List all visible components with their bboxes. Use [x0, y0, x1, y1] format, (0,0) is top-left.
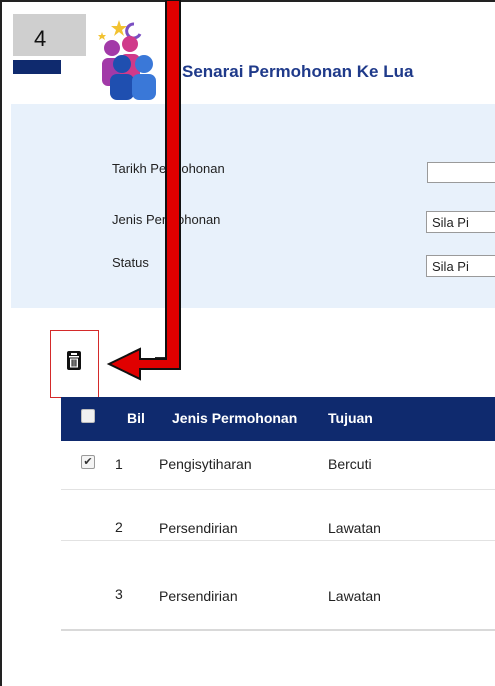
- tarikh-permohonan-input[interactable]: [427, 162, 495, 183]
- table-bottom-border: [61, 629, 495, 631]
- row-tujuan: Lawatan: [328, 588, 381, 604]
- jenis-permohonan-label: Jenis Permohonan: [112, 212, 221, 227]
- column-header-jenis-permohonan[interactable]: Jenis Permohonan: [172, 410, 297, 426]
- row-jenis: Persendirian: [159, 520, 238, 536]
- row-jenis: Persendirian: [159, 588, 238, 604]
- table-row[interactable]: 3 Persendirian Lawatan: [61, 542, 495, 628]
- header-accent-bar: [13, 60, 61, 74]
- column-header-tujuan[interactable]: Tujuan: [328, 410, 373, 426]
- excel-export-icon[interactable]: [155, 357, 170, 369]
- row-bil: 3: [115, 586, 123, 602]
- page-title: Senarai Permohonan Ke Lua: [182, 62, 414, 81]
- row-bil: 1: [115, 456, 123, 472]
- row-jenis: Pengisytiharan: [159, 456, 252, 472]
- table-row[interactable]: 2 Persendirian Lawatan: [61, 492, 495, 541]
- row-bil: 2: [115, 519, 123, 535]
- row-tujuan: Bercuti: [328, 456, 372, 472]
- status-select[interactable]: Sila Pi: [426, 255, 495, 277]
- step-number-badge: 4: [13, 14, 86, 56]
- app-logo-icon: [98, 20, 156, 100]
- tarikh-permohonan-label: Tarikh Permohonan: [112, 161, 225, 176]
- status-label: Status: [112, 255, 149, 270]
- filter-panel: [11, 104, 495, 308]
- row-tujuan: Lawatan: [328, 520, 381, 536]
- table-row[interactable]: ✔ 1 Pengisytiharan Bercuti: [61, 441, 495, 490]
- select-all-checkbox[interactable]: [81, 409, 95, 423]
- trash-icon[interactable]: [66, 351, 82, 370]
- column-header-bil[interactable]: Bil: [127, 410, 145, 426]
- row-checkbox-checked[interactable]: ✔: [81, 455, 95, 469]
- jenis-permohonan-select[interactable]: Sila Pi: [426, 211, 495, 233]
- table-header-row: Bil Jenis Permohonan Tujuan: [61, 397, 495, 441]
